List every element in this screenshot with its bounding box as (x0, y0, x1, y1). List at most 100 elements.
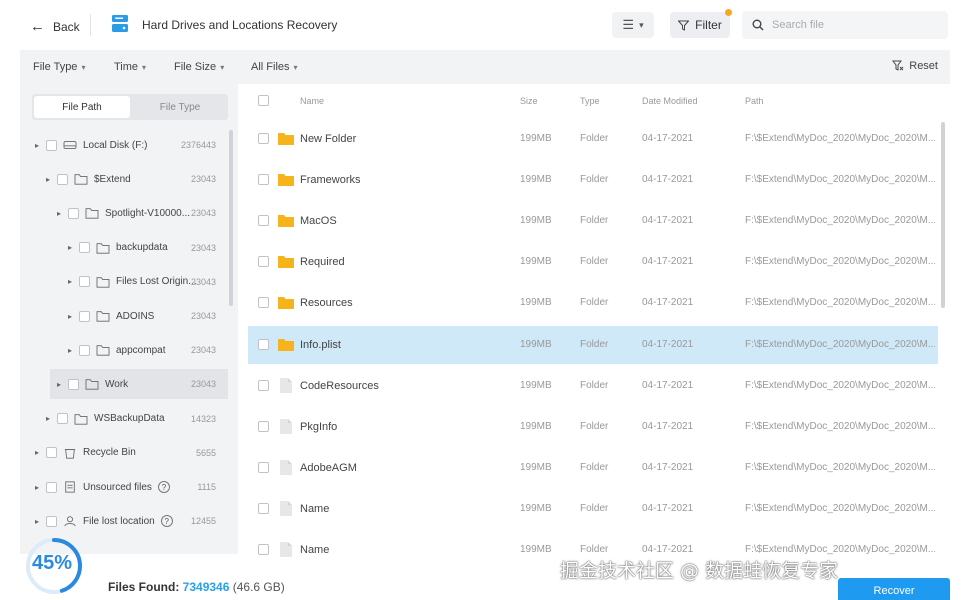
table-row[interactable]: Resources 199MB Folder 04-17-2021 F:\$Extend… (248, 284, 938, 322)
row-checkbox[interactable] (258, 297, 269, 309)
file-size: 199MB (520, 544, 552, 555)
recycle-bin-icon (64, 448, 76, 459)
row-checkbox[interactable] (258, 420, 269, 432)
tree-item[interactable]: ▸ $Extend 23043 (20, 164, 228, 194)
file-date: 04-17-2021 (642, 174, 694, 186)
table-row[interactable]: Frameworks 199MB Folder 04-17-2021 F:\$Exten… (248, 161, 938, 199)
column-type-header[interactable]: Type (580, 96, 600, 106)
tree-item-checkbox[interactable] (68, 378, 79, 390)
tree-item-label: Work (105, 378, 129, 390)
tree-item[interactable]: ▸ Spotlight-V10000... 23043 (20, 198, 228, 228)
expand-caret-icon[interactable]: ▸ (54, 380, 64, 389)
tree-item[interactable]: ▸ Files Lost Origin... 23043 (20, 267, 228, 297)
sidebar-scrollbar[interactable] (229, 130, 233, 306)
help-icon[interactable]: ? (160, 515, 173, 528)
tree-item[interactable]: ▸ backupdata 23043 (20, 233, 228, 263)
tree-item[interactable]: ▸ WSBackupData 14323 (20, 404, 228, 434)
row-checkbox[interactable] (258, 133, 269, 144)
file-name: Frameworks (300, 174, 361, 187)
expand-caret-icon[interactable]: ▸ (32, 141, 42, 150)
table-scrollbar[interactable] (941, 122, 945, 308)
row-checkbox[interactable] (258, 544, 269, 555)
table-row[interactable]: PkgInfo 199MB Folder 04-17-2021 F:\$Extend\M… (248, 408, 938, 446)
filter-bar: File Type ▾ Time ▾ File Size ▾ All Files… (20, 50, 950, 84)
expand-caret-icon[interactable]: ▸ (43, 175, 53, 184)
column-name-header[interactable]: Name (300, 96, 324, 106)
file-size: 199MB (520, 338, 552, 350)
expand-caret-icon[interactable]: ▸ (65, 346, 75, 355)
row-checkbox[interactable] (258, 215, 269, 227)
row-checkbox[interactable] (258, 174, 269, 186)
search-input[interactable] (772, 19, 932, 31)
tree-item-checkbox[interactable] (46, 447, 57, 459)
tree-item[interactable]: ▸ Local Disk (F:) 2376443 (20, 130, 228, 160)
tree-item-checkbox[interactable] (79, 310, 90, 322)
search-box (742, 11, 948, 39)
tree-item[interactable]: ▸ Recycle Bin 5655 (20, 438, 228, 468)
reset-button[interactable]: Reset (892, 60, 938, 72)
back-button[interactable]: ← Back (24, 14, 86, 39)
file-type: Folder (580, 502, 609, 514)
table-row[interactable]: CodeResources 199MB Folder 04-17-2021 F:\$Ex… (248, 367, 938, 405)
tree-item-checkbox[interactable] (57, 413, 68, 425)
files-found-label: Files Found: (108, 580, 180, 594)
tree-item-checkbox[interactable] (79, 242, 90, 254)
tree-item-checkbox[interactable] (46, 515, 57, 527)
row-checkbox[interactable] (258, 379, 269, 391)
expand-caret-icon[interactable]: ▸ (65, 277, 75, 286)
expand-caret-icon[interactable]: ▸ (65, 243, 75, 252)
row-checkbox[interactable] (258, 502, 269, 514)
tab-file-type[interactable]: File Type (132, 94, 228, 120)
column-date-header[interactable]: Date Modified (642, 96, 698, 106)
folder-icon (85, 208, 99, 219)
filter-time-dropdown[interactable]: Time ▾ (114, 61, 146, 73)
file-icon (280, 418, 292, 434)
row-checkbox[interactable] (258, 256, 269, 268)
tree-item[interactable]: ▸ File lost location? 12455 (20, 506, 228, 536)
filter-all-files-dropdown[interactable]: All Files ▾ (251, 61, 298, 73)
tree-item[interactable]: ▸ ADOINS 23043 (20, 301, 228, 331)
expand-caret-icon[interactable]: ▸ (65, 312, 75, 321)
tree-item-checkbox[interactable] (79, 344, 90, 356)
tree-item-checkbox[interactable] (79, 276, 90, 288)
folder-icon (278, 256, 294, 269)
select-all-checkbox[interactable] (258, 95, 269, 106)
expand-caret-icon[interactable]: ▸ (43, 414, 53, 423)
tree-item[interactable]: ▸ Work 23043 (50, 369, 228, 400)
table-row[interactable]: Required 199MB Folder 04-17-2021 F:\$Extend\… (248, 243, 938, 281)
tree-item[interactable]: ▸ Unsourced files? 1115 (20, 472, 228, 502)
table-row[interactable]: Info.plist 199MB Folder 04-17-2021 F:\$Exten… (248, 325, 938, 364)
view-mode-button[interactable]: ☰ ▾ (612, 12, 654, 38)
column-size-header[interactable]: Size (520, 96, 538, 106)
table-row[interactable]: MacOS 199MB Folder 04-17-2021 F:\$Extend\MyD… (248, 202, 938, 240)
file-path: F:\$Extend\MyDoc_2020\MyDoc_2020\M... (745, 461, 935, 473)
filter-file-size-dropdown[interactable]: File Size ▾ (174, 61, 224, 73)
file-name: AdobeAGM (300, 461, 357, 474)
row-checkbox[interactable] (258, 338, 269, 350)
file-type: Folder (580, 338, 609, 350)
filter-file-type-dropdown[interactable]: File Type ▾ (33, 61, 85, 73)
file-date: 04-17-2021 (642, 379, 694, 391)
chevron-down-icon: ▾ (639, 19, 644, 30)
table-row[interactable]: Name 199MB Folder 04-17-2021 F:\$Extend\MyDo… (248, 490, 938, 528)
tree-item-checkbox[interactable] (46, 481, 57, 493)
expand-caret-icon[interactable]: ▸ (32, 483, 42, 492)
column-path-header[interactable]: Path (745, 96, 764, 106)
row-checkbox[interactable] (258, 461, 269, 473)
table-row[interactable]: AdobeAGM 199MB Folder 04-17-2021 F:\$Extend\… (248, 449, 938, 487)
tree-item-label: Spotlight-V10000... (105, 207, 191, 219)
table-row[interactable]: New Folder 199MB Folder 04-17-2021 F:\$Exten… (248, 120, 938, 158)
help-icon[interactable]: ? (157, 481, 170, 493)
tree-item-label: Files Lost Origin... (116, 276, 197, 288)
tree-item-checkbox[interactable] (46, 139, 57, 151)
filter-button[interactable]: Filter (670, 9, 732, 38)
expand-caret-icon[interactable]: ▸ (54, 209, 64, 218)
file-size: 199MB (520, 133, 552, 144)
tree-item-checkbox[interactable] (57, 173, 68, 185)
recover-button[interactable]: Recover (838, 578, 950, 600)
tab-file-path[interactable]: File Path (34, 96, 130, 118)
expand-caret-icon[interactable]: ▸ (32, 448, 42, 457)
tree-item-checkbox[interactable] (68, 207, 79, 219)
expand-caret-icon[interactable]: ▸ (32, 517, 42, 526)
tree-item[interactable]: ▸ appcompat 23043 (20, 335, 228, 365)
